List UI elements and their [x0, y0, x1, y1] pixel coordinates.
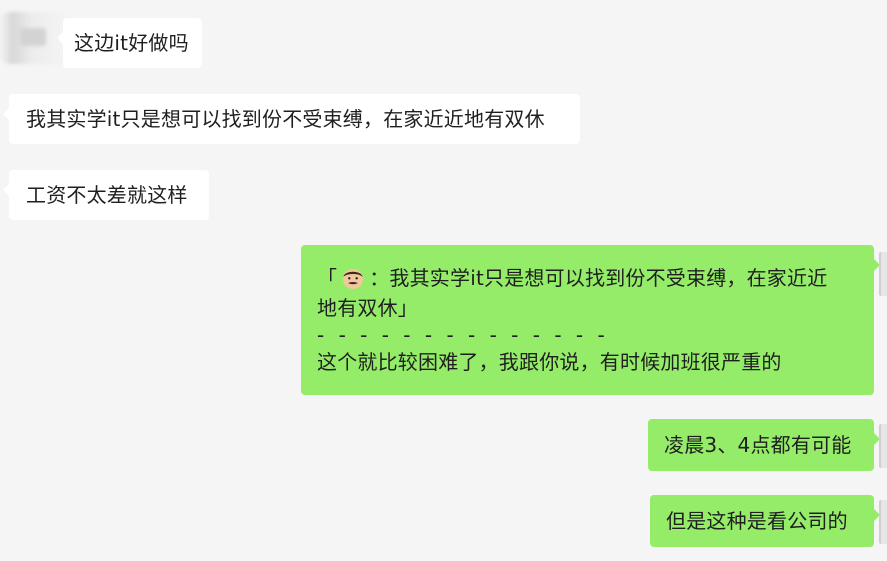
- incoming-message-bubble[interactable]: 我其实学it只是想可以找到份不受束缚，在家近近地有双休: [3, 94, 580, 144]
- message-text: 工资不太差就这样: [26, 183, 188, 207]
- message-text: 凌晨3、4点都有可能: [664, 433, 852, 457]
- quote-open-bracket: 「: [317, 266, 338, 290]
- message-text: 我其实学it只是想可以找到份不受束缚，在家近近地有双休: [26, 107, 545, 131]
- quoted-message-line-2: 地有双休」: [317, 296, 418, 320]
- outgoing-message-bubble[interactable]: 凌晨3、4点都有可能: [648, 419, 880, 471]
- own-avatar-edge[interactable]: [879, 500, 887, 544]
- message-text: 这边it好做吗: [74, 31, 189, 55]
- incoming-message-bubble[interactable]: 这边it好做吗: [57, 18, 202, 68]
- quote-separator: - - - - - - - - - - - - - -: [317, 323, 609, 347]
- message-text: 但是这种是看公司的: [666, 509, 848, 533]
- man-face-emoji-icon: [343, 269, 364, 289]
- reply-text: 这个就比较困难了，我跟你说，有时候加班很严重的: [317, 350, 782, 374]
- incoming-message-bubble[interactable]: 工资不太差就这样: [3, 170, 209, 220]
- own-avatar-edge[interactable]: [879, 252, 887, 296]
- outgoing-message-bubble[interactable]: 但是这种是看公司的: [650, 495, 880, 547]
- outgoing-quote-reply-bubble[interactable]: 「 ：我其实学it只是想可以找到份不受束缚，在家近近 地有双休」 - - - -…: [301, 245, 880, 395]
- quoted-message-line-1: 「 ：我其实学it只是想可以找到份不受束缚，在家近近: [317, 263, 864, 293]
- quoted-text-part-1: ：我其实学it只是想可以找到份不受束缚，在家近近: [369, 266, 828, 290]
- own-avatar-edge[interactable]: [879, 424, 887, 468]
